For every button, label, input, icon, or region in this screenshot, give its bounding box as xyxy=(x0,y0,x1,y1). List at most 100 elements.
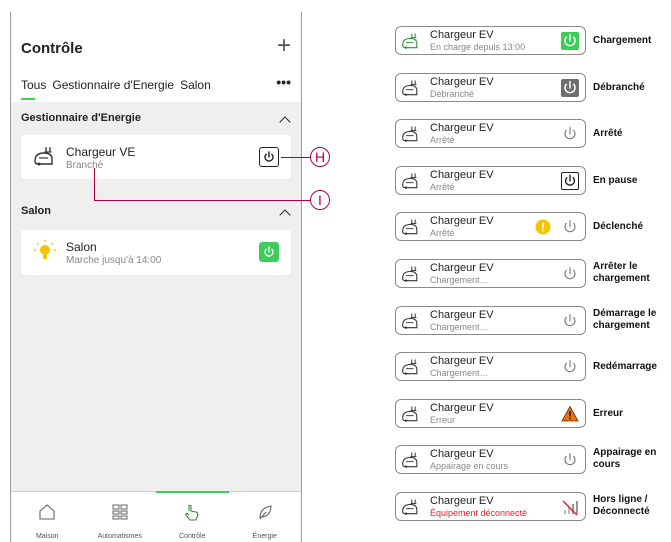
device-status: Erreur xyxy=(430,415,456,425)
device-name: Chargeur EV xyxy=(430,76,494,88)
power-plain-icon[interactable] xyxy=(561,358,579,376)
nav-energy-label: Énergie xyxy=(252,533,277,540)
ev-charger-icon xyxy=(402,499,418,515)
nav-automations-label: Automatismes xyxy=(97,533,142,540)
control-screen: Contrôle + Tous Gestionnaire d'Energie S… xyxy=(10,12,302,542)
add-button[interactable]: + xyxy=(277,34,291,58)
collapse-energy-manager-icon[interactable] xyxy=(279,116,291,128)
device-name: Chargeur EV xyxy=(430,29,494,41)
device-name: Chargeur VE xyxy=(66,145,136,159)
nav-home[interactable]: Maison xyxy=(11,492,84,542)
ev-charger-icon xyxy=(34,147,53,166)
callout-i-line-horizontal xyxy=(94,200,310,202)
device-name: Chargeur EV xyxy=(430,495,494,507)
ev-charger-icon xyxy=(402,313,418,329)
power-plain-icon[interactable] xyxy=(561,265,579,283)
power-outline-icon[interactable] xyxy=(259,147,279,167)
room-tabs: Tous Gestionnaire d'Energie Salon xyxy=(21,78,217,92)
tab-salon[interactable]: Salon xyxy=(180,78,211,92)
ev-charger-status-row[interactable]: Chargeur EV Chargement… xyxy=(395,259,586,288)
status-label: Erreur xyxy=(593,408,624,419)
device-name: Chargeur EV xyxy=(430,122,494,134)
ev-charger-icon xyxy=(402,452,418,468)
hand-tap-icon xyxy=(185,504,199,521)
light-bulb-icon xyxy=(34,240,56,259)
status-label: Chargement xyxy=(593,35,652,46)
device-name: Chargeur EV xyxy=(430,215,494,227)
ev-charger-status-row[interactable]: Chargeur EV Appairage en cours xyxy=(395,445,586,474)
ev-charger-status-row[interactable]: Chargeur EV Arrêté xyxy=(395,119,586,148)
status-label: Hors ligne / Déconnecté xyxy=(593,494,650,517)
nav-automations[interactable]: Automatismes xyxy=(84,492,157,542)
power-grey-icon[interactable] xyxy=(561,79,579,97)
ev-charger-status-row[interactable]: Chargeur EV Chargement… xyxy=(395,306,586,335)
ev-charger-icon xyxy=(402,219,418,235)
callout-i-line-vertical xyxy=(94,168,96,201)
device-name: Chargeur EV xyxy=(430,262,494,274)
status-label: Déclenché xyxy=(593,221,644,232)
device-status: Débranché xyxy=(430,89,475,99)
nav-energy[interactable]: Énergie xyxy=(229,492,302,542)
collapse-salon-icon[interactable] xyxy=(279,209,291,221)
bottom-navigation: Maison Automatismes Contrôle Énergie xyxy=(11,491,301,542)
callout-i: I xyxy=(310,190,330,210)
power-outline-icon[interactable] xyxy=(561,172,579,190)
tab-energy-manager[interactable]: Gestionnaire d'Energie xyxy=(52,78,174,92)
ev-charger-status-row[interactable]: Chargeur EV Arrêté xyxy=(395,166,586,195)
more-tabs-button[interactable]: ••• xyxy=(276,74,291,90)
warning-dot-icon xyxy=(535,219,551,235)
power-plain-icon[interactable] xyxy=(561,312,579,330)
status-label: Démarrage le chargement xyxy=(593,308,657,331)
signal-off-icon[interactable] xyxy=(561,498,579,516)
device-status: Arrêté xyxy=(430,135,455,145)
page-title: Contrôle xyxy=(21,40,83,57)
salon-light-card[interactable]: Salon Marche jusqu'à 14:00 xyxy=(21,230,291,275)
device-status: Chargement… xyxy=(430,368,489,378)
status-label: En pause xyxy=(593,175,638,186)
ev-charger-icon xyxy=(402,126,418,142)
ev-charger-status-row[interactable]: Chargeur EV Chargement… xyxy=(395,352,586,381)
device-status: Marche jusqu'à 14:00 xyxy=(66,255,162,266)
ev-charger-status-row[interactable]: Chargeur EV Arrêté xyxy=(395,212,586,241)
leaf-icon xyxy=(259,505,272,520)
tab-all[interactable]: Tous xyxy=(21,78,46,92)
device-status: Arrêté xyxy=(430,228,455,238)
nav-control-label: Contrôle xyxy=(179,533,206,540)
ev-charger-status-row[interactable]: Chargeur EV Erreur xyxy=(395,399,586,428)
power-plain-icon[interactable] xyxy=(561,125,579,143)
ev-charger-icon xyxy=(402,80,418,96)
section-energy-manager-title: Gestionnaire d'Energie xyxy=(21,112,141,124)
status-label: Appairage en cours xyxy=(593,447,657,470)
ev-charger-status-row[interactable]: Chargeur EV En charge depuis 13:00 xyxy=(395,26,586,55)
status-label: Redémarrage xyxy=(593,361,657,372)
ev-charger-icon xyxy=(402,33,418,49)
grid-icon xyxy=(112,504,128,520)
device-name: Chargeur EV xyxy=(430,402,494,414)
nav-control[interactable]: Contrôle xyxy=(156,491,229,542)
device-name: Chargeur EV xyxy=(430,448,494,460)
device-name: Chargeur EV xyxy=(430,309,494,321)
status-label: Arrêté xyxy=(593,128,623,139)
ev-charger-icon xyxy=(402,173,418,189)
ev-charger-icon xyxy=(402,266,418,282)
power-plain-icon[interactable] xyxy=(561,451,579,469)
device-status: Chargement… xyxy=(430,275,489,285)
device-name: Salon xyxy=(66,240,97,254)
ev-charger-icon xyxy=(402,359,418,375)
device-status: Arrêté xyxy=(430,182,455,192)
warning-dot-power-icon[interactable] xyxy=(561,218,579,236)
ev-charger-status-row[interactable]: Chargeur EV Débranché xyxy=(395,73,586,102)
ev-charger-card[interactable]: Chargeur VE Branché xyxy=(21,135,291,179)
device-status: En charge depuis 13:00 xyxy=(430,42,526,52)
active-tab-indicator xyxy=(21,98,35,100)
power-green-icon[interactable] xyxy=(259,242,279,262)
warning-triangle-icon[interactable] xyxy=(561,405,579,423)
device-name: Chargeur EV xyxy=(430,355,494,367)
status-label: Arrêter le chargement xyxy=(593,261,650,284)
device-status: Chargement… xyxy=(430,322,489,332)
callout-h-line xyxy=(281,157,311,159)
power-green-icon[interactable] xyxy=(561,32,579,50)
ev-charger-status-row[interactable]: Chargeur EV Équipement déconnecté xyxy=(395,492,586,521)
nav-home-label: Maison xyxy=(35,533,59,540)
section-salon-title: Salon xyxy=(21,205,51,217)
